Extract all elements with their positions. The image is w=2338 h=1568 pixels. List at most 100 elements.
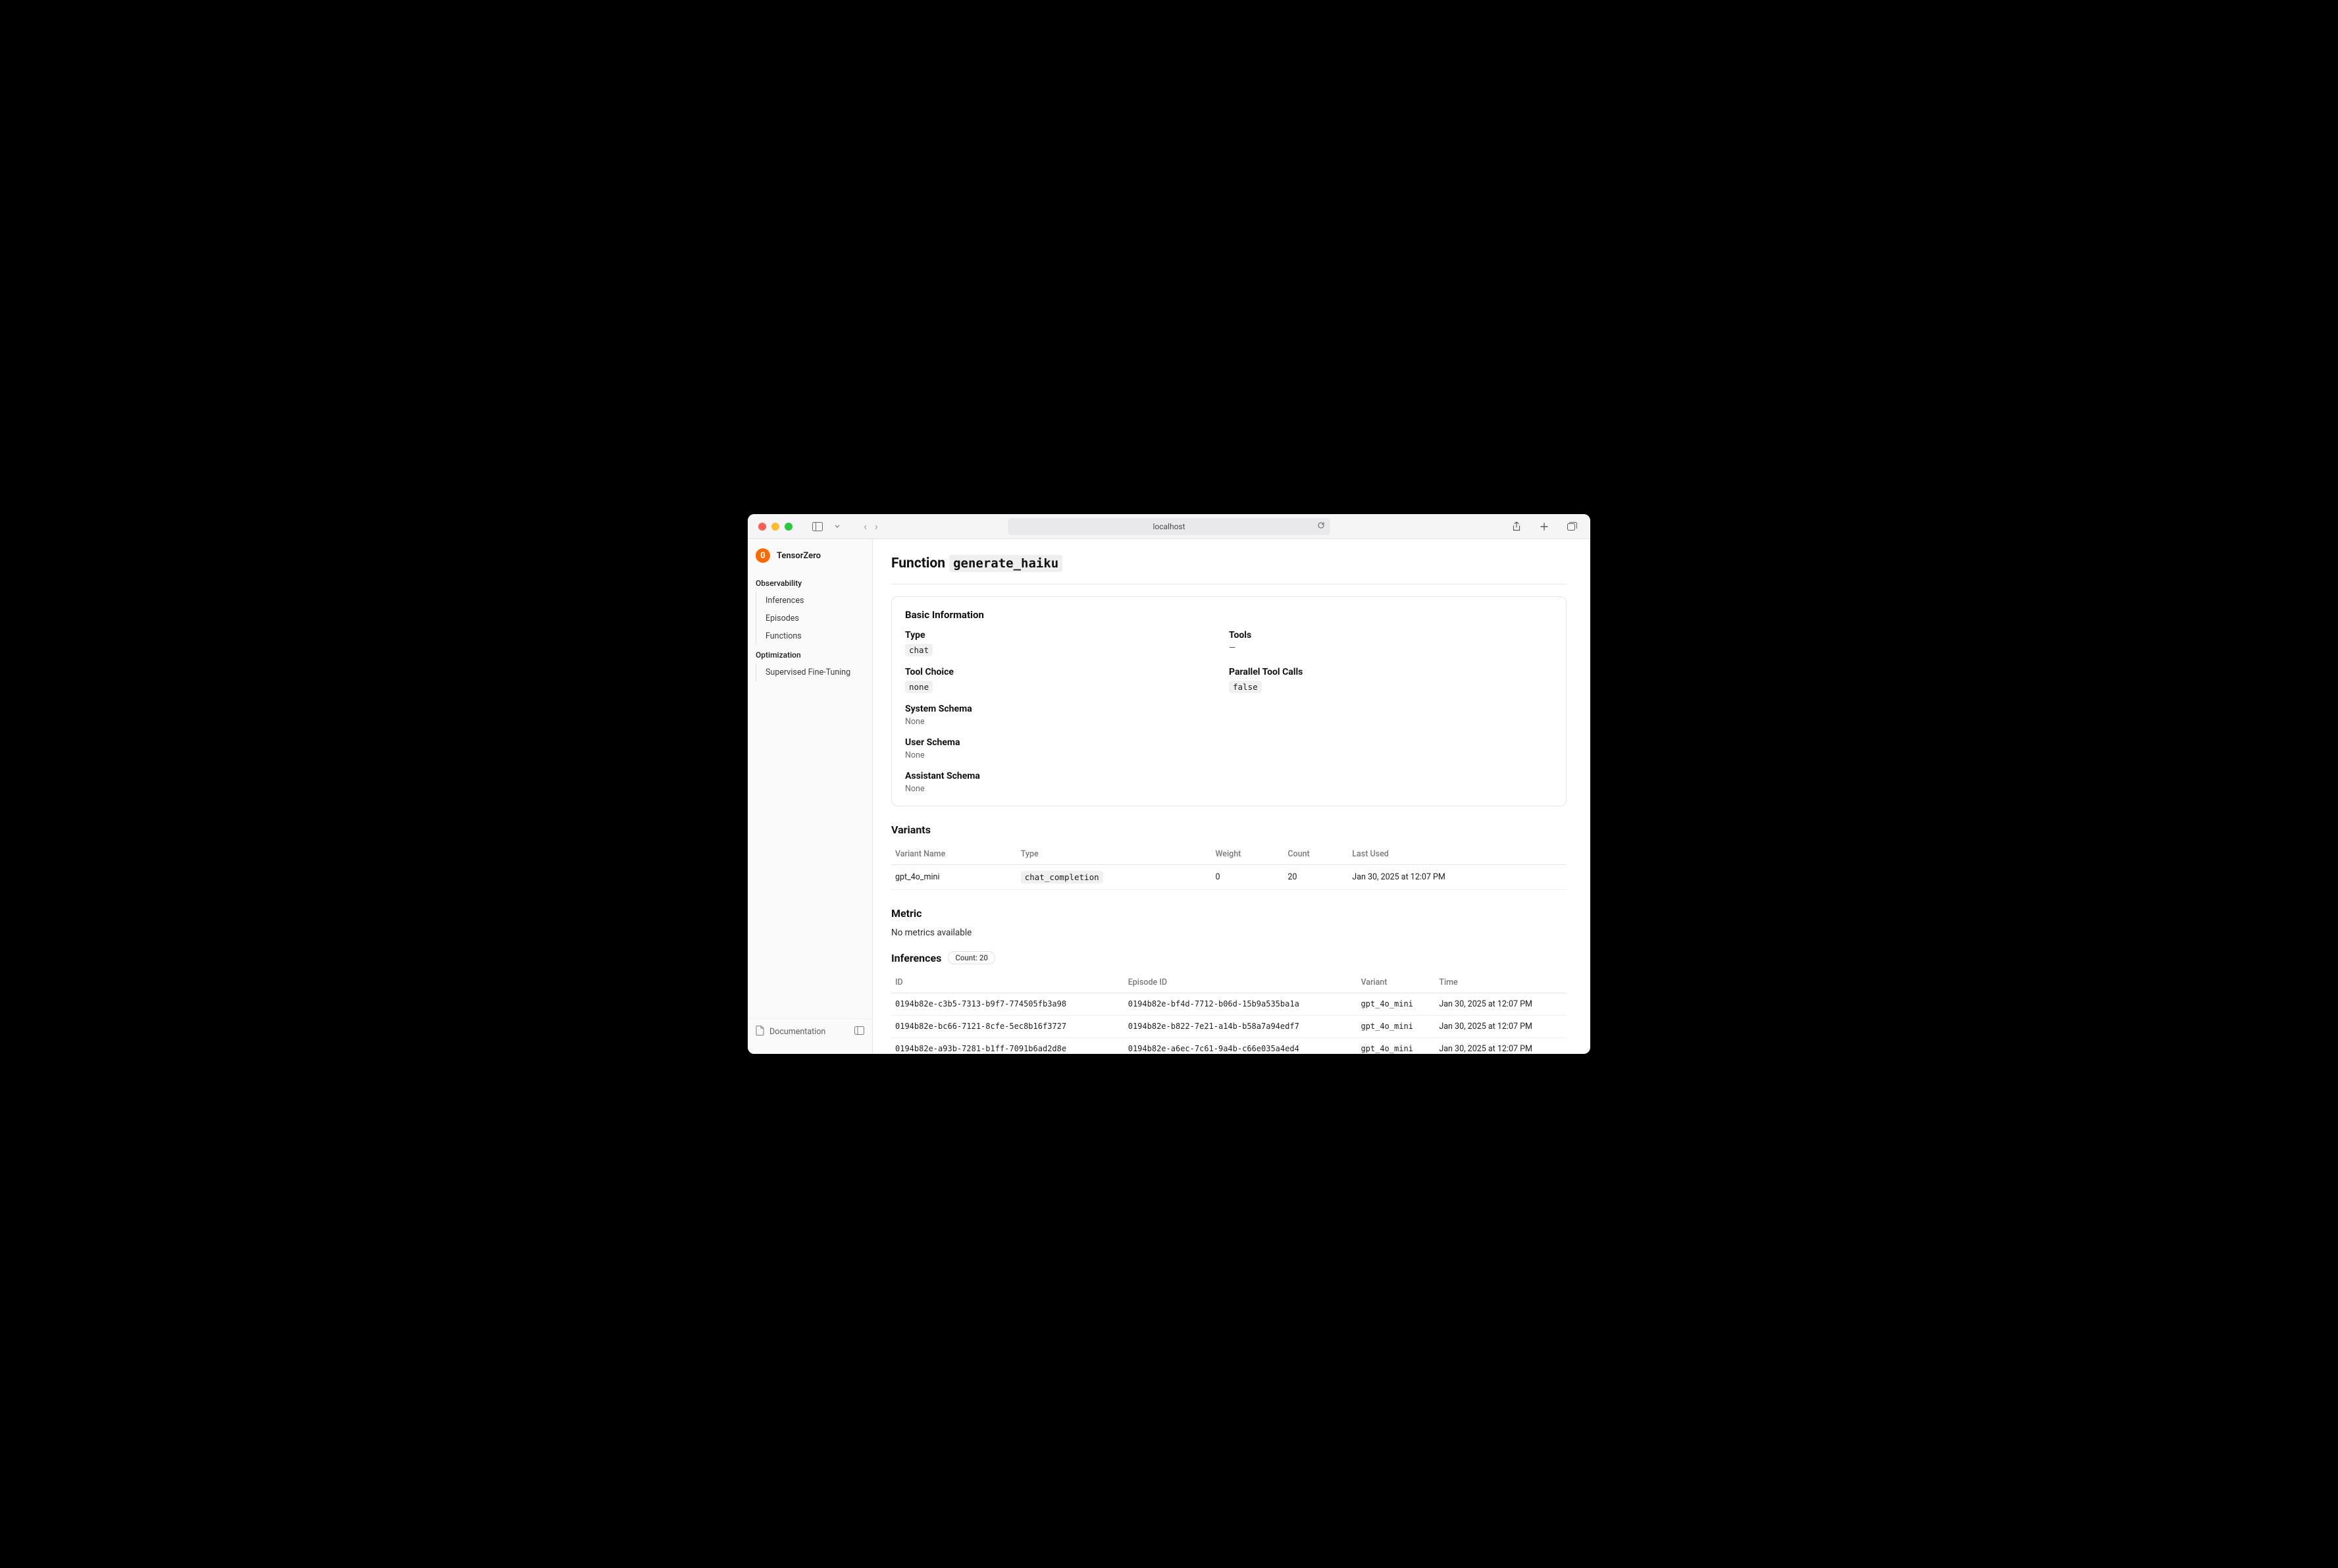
sidebar-item-supervised-fine-tuning[interactable]: Supervised Fine-Tuning bbox=[756, 664, 872, 681]
field-type: Type chat bbox=[905, 630, 1229, 656]
variants-col-name: Variant Name bbox=[891, 844, 1017, 865]
table-row[interactable]: 0194b82e-a93b-7281-b1ff-7091b6ad2d8e0194… bbox=[891, 1038, 1567, 1055]
forward-button[interactable]: › bbox=[875, 520, 878, 533]
titlebar-right bbox=[1509, 519, 1580, 535]
field-tool-choice: Tool Choice none bbox=[905, 667, 1229, 693]
label-user-schema: User Schema bbox=[905, 737, 1229, 748]
documentation-link[interactable]: Documentation bbox=[756, 1026, 825, 1038]
value-parallel-tool-calls: false bbox=[1229, 681, 1262, 693]
value-tools: — bbox=[1229, 643, 1553, 653]
page-title: Function generate_haiku bbox=[891, 555, 1567, 572]
share-icon[interactable] bbox=[1509, 519, 1524, 535]
value-type: chat bbox=[905, 644, 933, 656]
inference-variant-cell: gpt_4o_mini bbox=[1357, 1016, 1435, 1038]
inferences-col-variant: Variant bbox=[1357, 972, 1435, 993]
inference-episode-id-cell: 0194b82e-a6ec-7c61-9a4b-c66e035a4ed4 bbox=[1124, 1038, 1357, 1055]
inference-id-cell: 0194b82e-bc66-7121-8cfe-5ec8b16f3727 bbox=[891, 1016, 1124, 1038]
sidebar-item-functions[interactable]: Functions bbox=[756, 627, 872, 645]
new-tab-icon[interactable] bbox=[1536, 519, 1552, 535]
field-assistant-schema: Assistant Schema None bbox=[905, 771, 1229, 794]
variant-last-used-cell: Jan 30, 2025 at 12:07 PM bbox=[1348, 865, 1567, 890]
value-assistant-schema: None bbox=[905, 784, 1229, 794]
basic-information-title: Basic Information bbox=[905, 609, 1553, 621]
brand-name: TensorZero bbox=[777, 551, 821, 561]
brand[interactable]: 0 TensorZero bbox=[748, 548, 872, 573]
basic-information-grid: Type chat Tools — Tool Choice none Paral… bbox=[905, 630, 1553, 794]
label-tool-choice: Tool Choice bbox=[905, 667, 1229, 677]
sidebar-footer: Documentation bbox=[748, 1018, 872, 1045]
inferences-title: Inferences bbox=[891, 952, 941, 964]
value-tool-choice: none bbox=[905, 681, 933, 693]
variants-col-count: Count bbox=[1284, 844, 1348, 865]
reload-icon[interactable] bbox=[1317, 521, 1325, 531]
inference-time-cell: Jan 30, 2025 at 12:07 PM bbox=[1435, 1016, 1567, 1038]
inferences-count-badge: Count: 20 bbox=[948, 951, 995, 964]
url-bar[interactable]: localhost bbox=[1008, 518, 1330, 535]
nav-section-optimization: Optimization bbox=[748, 645, 872, 664]
main-content: Function generate_haiku Basic Informatio… bbox=[873, 539, 1590, 1054]
table-row[interactable]: 0194b82e-c3b5-7313-b9f7-774505fb3a980194… bbox=[891, 993, 1567, 1016]
back-button[interactable]: ‹ bbox=[864, 520, 867, 533]
variants-col-last-used: Last Used bbox=[1348, 844, 1567, 865]
field-system-schema: System Schema None bbox=[905, 704, 1229, 727]
tabs-overview-icon[interactable] bbox=[1564, 519, 1580, 535]
label-tools: Tools bbox=[1229, 630, 1553, 640]
table-row[interactable]: gpt_4o_minichat_completion020Jan 30, 202… bbox=[891, 865, 1567, 890]
panel-toggle-icon[interactable] bbox=[854, 1026, 864, 1037]
variant-name-cell: gpt_4o_mini bbox=[891, 865, 1017, 890]
variants-col-weight: Weight bbox=[1211, 844, 1284, 865]
variants-title: Variants bbox=[891, 823, 1567, 836]
value-system-schema: None bbox=[905, 717, 1229, 727]
window-zoom-button[interactable] bbox=[785, 523, 792, 531]
variant-type-cell: chat_completion bbox=[1017, 865, 1212, 890]
variants-header-row: Variant Name Type Weight Count Last Used bbox=[891, 844, 1567, 865]
table-row[interactable]: 0194b82e-bc66-7121-8cfe-5ec8b16f37270194… bbox=[891, 1016, 1567, 1038]
inferences-table: ID Episode ID Variant Time 0194b82e-c3b5… bbox=[891, 972, 1567, 1054]
nav-tree-optimization: Supervised Fine-Tuning bbox=[748, 664, 872, 681]
window-close-button[interactable] bbox=[758, 523, 766, 531]
variant-count-cell: 20 bbox=[1284, 865, 1348, 890]
inference-variant-cell: gpt_4o_mini bbox=[1357, 1038, 1435, 1055]
app-window: ‹ › localhost 0 TensorZero bbox=[748, 514, 1590, 1054]
sidebar-item-inferences[interactable]: Inferences bbox=[756, 592, 872, 610]
chevron-down-icon[interactable] bbox=[829, 519, 845, 535]
sidebar-toggle-icon[interactable] bbox=[810, 519, 825, 535]
page-title-prefix: Function bbox=[891, 556, 945, 571]
nav-controls: ‹ › bbox=[864, 520, 878, 533]
inferences-header: Inferences Count: 20 bbox=[891, 951, 1567, 964]
inference-time-cell: Jan 30, 2025 at 12:07 PM bbox=[1435, 993, 1567, 1016]
value-user-schema: None bbox=[905, 750, 1229, 760]
variants-col-type: Type bbox=[1017, 844, 1212, 865]
variant-weight-cell: 0 bbox=[1211, 865, 1284, 890]
inferences-col-episode-id: Episode ID bbox=[1124, 972, 1357, 993]
inference-id-cell: 0194b82e-c3b5-7313-b9f7-774505fb3a98 bbox=[891, 993, 1124, 1016]
variants-table: Variant Name Type Weight Count Last Used… bbox=[891, 844, 1567, 890]
label-assistant-schema: Assistant Schema bbox=[905, 771, 1229, 781]
inferences-header-row: ID Episode ID Variant Time bbox=[891, 972, 1567, 993]
field-parallel-tool-calls: Parallel Tool Calls false bbox=[1229, 667, 1553, 693]
brand-logo-icon: 0 bbox=[756, 548, 770, 563]
page-title-code: generate_haiku bbox=[949, 555, 1062, 572]
url-text: localhost bbox=[1153, 522, 1185, 531]
sidebar: 0 TensorZero Observability Inferences Ep… bbox=[748, 539, 873, 1054]
label-parallel-tool-calls: Parallel Tool Calls bbox=[1229, 667, 1553, 677]
label-type: Type bbox=[905, 630, 1229, 640]
metric-empty-text: No metrics available bbox=[891, 928, 1567, 938]
field-user-schema: User Schema None bbox=[905, 737, 1229, 760]
window-minimize-button[interactable] bbox=[771, 523, 779, 531]
traffic-lights bbox=[758, 523, 792, 531]
inference-episode-id-cell: 0194b82e-b822-7e21-a14b-b58a7a94edf7 bbox=[1124, 1016, 1357, 1038]
inferences-col-id: ID bbox=[891, 972, 1124, 993]
label-system-schema: System Schema bbox=[905, 704, 1229, 714]
title-divider bbox=[891, 584, 1567, 585]
basic-information-card: Basic Information Type chat Tools — Tool… bbox=[891, 596, 1567, 806]
documentation-label: Documentation bbox=[769, 1027, 825, 1037]
nav-tree-observability: Inferences Episodes Functions bbox=[748, 592, 872, 645]
inference-variant-cell: gpt_4o_mini bbox=[1357, 993, 1435, 1016]
inference-id-cell: 0194b82e-a93b-7281-b1ff-7091b6ad2d8e bbox=[891, 1038, 1124, 1055]
inferences-col-time: Time bbox=[1435, 972, 1567, 993]
field-tools: Tools — bbox=[1229, 630, 1553, 656]
inference-time-cell: Jan 30, 2025 at 12:07 PM bbox=[1435, 1038, 1567, 1055]
sidebar-item-episodes[interactable]: Episodes bbox=[756, 610, 872, 627]
titlebar: ‹ › localhost bbox=[748, 514, 1590, 539]
